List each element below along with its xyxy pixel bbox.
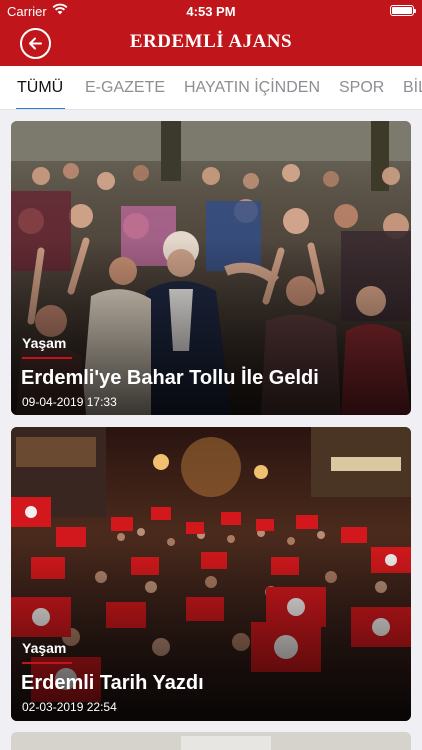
tab-tumu[interactable]: TÜMÜ [17,79,63,97]
article-title: Erdemli Tarih Yazdı [21,672,204,694]
app-header: Carrier 4:53 PM ERDEMLİ AJANS [0,0,422,66]
status-time: 4:53 PM [186,4,236,19]
article-category: Yaşam [22,335,67,351]
article-title: Erdemli'ye Bahar Tollu İle Geldi [21,367,319,389]
category-tabs: TÜMÜ E-GAZETE HAYATIN İÇİNDEN SPOR BİL [0,66,422,110]
news-card[interactable]: Yaşam Erdemli'ye Bahar Tollu İle Geldi 0… [11,121,411,415]
battery-icon [390,5,416,16]
article-date: 02-03-2019 22:54 [22,700,117,714]
app-title: ERDEMLİ AJANS [129,31,293,52]
article-category: Yaşam [22,640,67,656]
tab-bil[interactable]: BİL [403,79,422,97]
category-underline [22,662,72,664]
active-tab-indicator [16,108,65,109]
tab-e-gazete[interactable]: E-GAZETE [85,79,165,97]
tab-hayatin-icinden[interactable]: HAYATIN İÇİNDEN [184,79,320,97]
status-bar: Carrier 4:53 PM [0,0,422,22]
news-card[interactable] [11,732,411,750]
article-date: 09-04-2019 17:33 [22,395,117,409]
tab-spor[interactable]: SPOR [339,79,384,97]
news-photo [11,732,411,750]
news-card[interactable]: Yaşam Erdemli Tarih Yazdı 02-03-2019 22:… [11,427,411,721]
category-underline [22,357,72,359]
